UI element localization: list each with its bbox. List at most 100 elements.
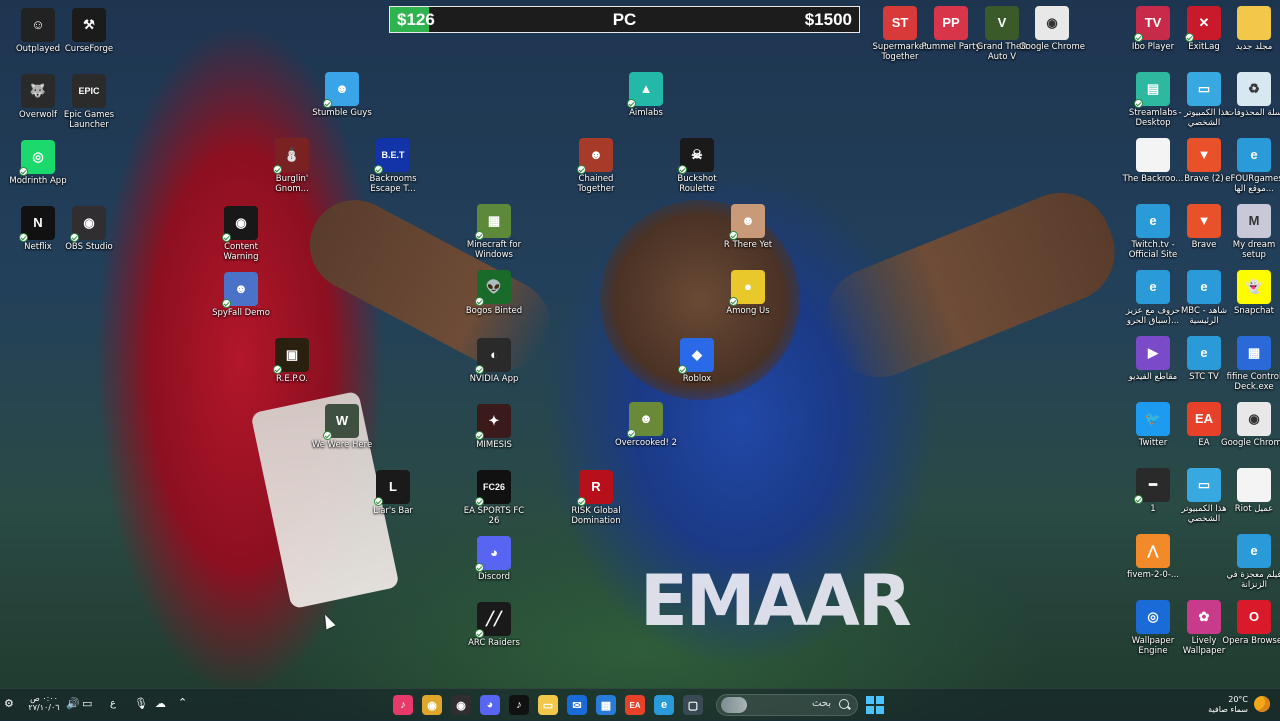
desktop-shortcut[interactable]: ◉ Content Warning	[207, 206, 275, 262]
desktop-shortcut[interactable]: ◉ OBS Studio	[55, 206, 123, 252]
microphone-icon[interactable]: 🎙	[134, 698, 148, 709]
chrome-icon[interactable]: ◉	[422, 695, 442, 715]
desktop-shortcut[interactable]: ☻ Overcooked! 2	[612, 402, 680, 448]
desktop-shortcut[interactable]: ☻ Stumble Guys	[308, 72, 376, 118]
desktop-shortcut[interactable]: e eFOURgames موقع الها...	[1220, 138, 1280, 194]
desktop-shortcut[interactable]: EPIC Epic Games Launcher	[55, 74, 123, 130]
image-file-icon: M	[1237, 204, 1271, 238]
desktop-shortcut[interactable]: ⋀ fivem-2-0-...	[1119, 534, 1187, 580]
desktop-shortcut[interactable]: ◕ Discord	[460, 536, 528, 582]
desktop-shortcut[interactable]: ● Among Us	[714, 270, 782, 316]
sync-check-icon	[273, 365, 282, 374]
volume-icon[interactable]: 🔊	[66, 698, 80, 709]
desktop-shortcut[interactable]: ◉ Google Chrome	[1220, 402, 1280, 448]
shortcut-label: RISK Global Domination	[571, 506, 621, 526]
onedrive-icon[interactable]: ☁	[155, 698, 166, 709]
moon-icon	[1254, 696, 1270, 712]
desktop-shortcut[interactable]: ☻ R There Yet	[714, 204, 782, 250]
desktop-shortcut[interactable]: FC26 EA SPORTS FC 26	[460, 470, 528, 526]
desktop-shortcut[interactable]: ♻ سلة المحذوفات	[1220, 72, 1280, 118]
sync-check-icon	[273, 165, 282, 174]
sync-check-icon	[70, 233, 79, 242]
clock[interactable]: ٠:٠٠ ص ٢٧/١٠/٠٦	[22, 694, 66, 712]
desktop-shortcut[interactable]: 👽 Bogos Binted	[460, 270, 528, 316]
desktop-shortcut[interactable]: ▦ Minecraft for Windows	[460, 204, 528, 260]
mimesis-icon: ✦	[475, 404, 511, 440]
chevron-up-icon[interactable]: ⌃	[178, 697, 187, 708]
desktop-shortcut[interactable]: ☻ SpyFall Demo	[207, 272, 275, 318]
content-warning-icon: ◉	[222, 206, 258, 242]
language-indicator[interactable]: ع	[110, 699, 116, 709]
chained-together-icon: ☻	[577, 138, 613, 174]
desktop-shortcut[interactable]: M My dream setup	[1220, 204, 1280, 260]
shortcut-label: Aimlabs	[629, 108, 663, 118]
shortcut-label: Overcooked! 2	[614, 438, 678, 448]
obs-icon[interactable]: ◉	[451, 695, 471, 715]
desktop-shortcut[interactable]: ⚒ CurseForge	[55, 8, 123, 54]
desktop-shortcut[interactable]: ▣ R.E.P.O.	[258, 338, 326, 384]
shortcut-label: NVIDIA App	[469, 374, 519, 384]
desktop-shortcut[interactable]: مجلد جديد	[1220, 6, 1280, 52]
settings-icon[interactable]: ⚙	[4, 698, 14, 709]
sync-check-icon	[1134, 33, 1143, 42]
sync-check-icon	[323, 431, 332, 440]
outplayed-icon: ☺	[21, 8, 55, 42]
curseforge-icon: ⚒	[72, 8, 106, 42]
sync-check-icon	[678, 365, 687, 374]
start-button[interactable]	[866, 696, 884, 714]
desktop-shortcut[interactable]: R RISK Global Domination	[562, 470, 630, 526]
desktop-shortcut[interactable]: ▦ fifine Control Deck.exe	[1220, 336, 1280, 392]
brave-icon: ▼	[1187, 138, 1221, 172]
desktop-shortcut[interactable]: B.E.T Backrooms Escape T...	[359, 138, 427, 194]
risk-icon: R	[577, 470, 613, 506]
desktop-shortcut[interactable]: ◎ Modrinth App	[4, 140, 72, 186]
store-icon[interactable]: ▦	[596, 695, 616, 715]
desktop-shortcut[interactable]: ▲ Aimlabs	[612, 72, 680, 118]
sync-check-icon	[475, 629, 484, 638]
shortcut-label: fifine Control Deck.exe	[1226, 372, 1280, 392]
sync-check-icon	[374, 165, 383, 174]
desktop-shortcut[interactable]: ☠ Buckshot Roulette	[663, 138, 731, 194]
desktop-shortcut[interactable]: ✦ MIMESIS	[460, 404, 528, 450]
desktop-shortcut[interactable]: O Opera Browser	[1220, 600, 1280, 646]
desktop-shortcut[interactable]: ☻ Chained Together	[562, 138, 630, 194]
desktop-shortcut[interactable]: ◆ Roblox	[663, 338, 731, 384]
desktop-shortcut[interactable]: 👻 Snapchat	[1220, 270, 1280, 316]
desktop-shortcut[interactable]: e فيلم معجزة في الزنزانة	[1220, 534, 1280, 590]
video-folder-icon: ▶	[1136, 336, 1170, 370]
taskbar: ⚙ ٠:٠٠ ص ٢٧/١٠/٠٦ 🔊 ▭ ع 🎙 ☁ ⌃ ♪ ◉ ◉ ◕ ♪ ▭ ✉ ▦ EA…	[0, 688, 1280, 721]
desktop-shortcut[interactable]: ◉ Google Chrome	[1018, 6, 1086, 52]
ea-icon[interactable]: EA	[625, 695, 645, 715]
sync-check-icon	[627, 429, 636, 438]
edge-icon[interactable]: e	[654, 695, 674, 715]
shortcut-label: Chained Together	[577, 174, 615, 194]
desktop-shortcut[interactable]: ◐ NVIDIA App	[460, 338, 528, 384]
shortcut-label: Bogos Binted	[465, 306, 523, 316]
shortcut-label: Buckshot Roulette	[677, 174, 717, 194]
outlook-icon[interactable]: ✉	[567, 695, 587, 715]
search-box[interactable]: بحث	[716, 694, 858, 716]
shortcut-label: Stumble Guys	[312, 108, 372, 118]
we-were-here-icon: W	[323, 404, 359, 440]
sync-check-icon	[323, 99, 332, 108]
desktop-shortcut[interactable]: ╱╱ ARC Raiders	[460, 602, 528, 648]
desktop-shortcut[interactable]: Riot عميل	[1220, 468, 1280, 514]
windows-logo-tile	[866, 706, 874, 714]
chrome-icon: ◉	[1035, 6, 1069, 40]
desktop-shortcut[interactable]: ⛄ Burglin' Gnom...	[258, 138, 326, 194]
shortcut-label: fivem-2-0-...	[1126, 570, 1180, 580]
network-icon[interactable]: ▭	[82, 698, 92, 709]
desktop-shortcut[interactable]: L Liar's Bar	[359, 470, 427, 516]
windows-logo-tile	[876, 706, 884, 714]
desktop-shortcut[interactable]: W We Were Here	[308, 404, 376, 450]
weather-widget[interactable]: 20°C سماء صافية	[1194, 692, 1274, 718]
among-us-icon: ●	[729, 270, 765, 306]
shortcut-label: Modrinth App	[9, 176, 67, 186]
shortcut-label: SpyFall Demo	[212, 308, 270, 318]
donation-goal-bar: $126 PC $1500	[389, 6, 860, 33]
app-icon[interactable]: ▢	[683, 695, 703, 715]
discord-icon[interactable]: ◕	[480, 695, 500, 715]
file-explorer-icon[interactable]: ▭	[538, 695, 558, 715]
tiktok-icon[interactable]: ♪	[393, 695, 413, 715]
tiktok-icon[interactable]: ♪	[509, 695, 529, 715]
